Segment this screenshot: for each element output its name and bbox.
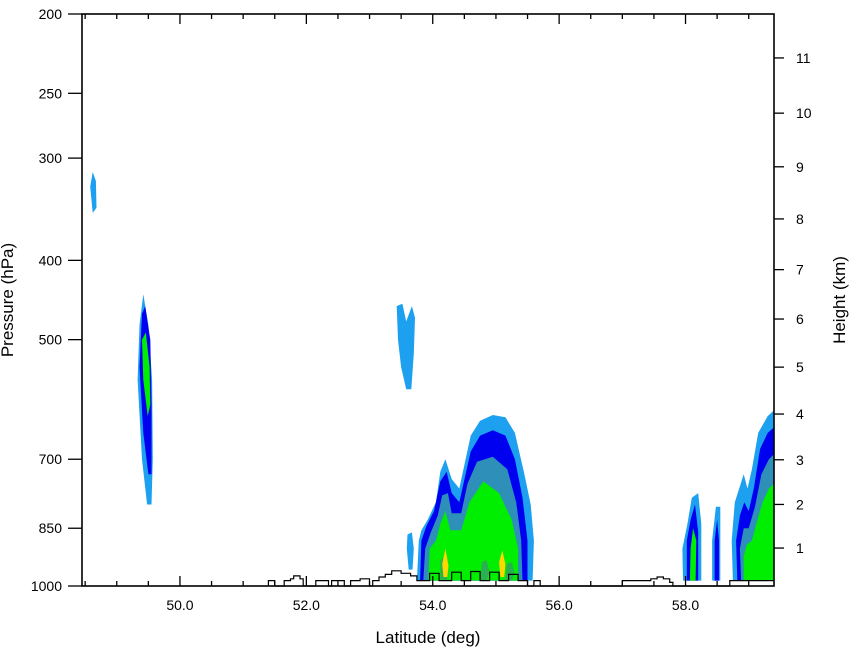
y-right-tick-label: 11 xyxy=(796,50,811,66)
contour-region-15 xyxy=(406,532,414,570)
y-right-tick-label: 6 xyxy=(796,311,804,327)
x-tick-label: 52.0 xyxy=(293,597,320,613)
y-left-tick-label: 700 xyxy=(39,451,63,467)
x-axis-title: Latitude (deg) xyxy=(376,628,481,647)
y-right-tick-label: 9 xyxy=(796,159,804,175)
x-tick-label: 54.0 xyxy=(419,597,446,613)
y-left-tick-label: 250 xyxy=(39,85,63,101)
pressure-latitude-cross-section: 50.0 52.0 54.0 56.0 58.020025030040050070085… xyxy=(0,6,849,647)
plot-frame xyxy=(81,13,775,587)
x-tick-label: 50.0 xyxy=(166,597,193,613)
axis-ticks xyxy=(68,13,784,587)
y-left-tick-label: 1000 xyxy=(31,578,62,594)
contour-fills xyxy=(90,172,774,581)
y-right-tick-label: 4 xyxy=(796,406,804,422)
y-right-tick-label: 1 xyxy=(796,540,804,556)
y-left-tick-label: 300 xyxy=(39,150,63,166)
contour-region-5 xyxy=(396,303,415,390)
y-left-tick-label: 200 xyxy=(39,6,63,22)
y-right-tick-label: 5 xyxy=(796,359,804,375)
y-right-tick-label: 7 xyxy=(796,262,804,278)
y-right-tick-label: 2 xyxy=(796,496,804,512)
y-left-tick-label: 850 xyxy=(39,520,63,536)
y-left-tick-label: 500 xyxy=(39,332,63,348)
x-tick-label: 58.0 xyxy=(672,597,699,613)
y-axis-left-title: Pressure (hPa) xyxy=(0,243,17,357)
y-axis-right-title: Height (km) xyxy=(830,256,849,344)
y-right-tick-label: 10 xyxy=(796,105,812,121)
contour-region-1 xyxy=(90,172,97,213)
y-left-tick-label: 400 xyxy=(39,252,63,268)
x-tick-label: 56.0 xyxy=(546,597,573,613)
y-right-tick-label: 8 xyxy=(796,211,804,227)
y-right-tick-label: 3 xyxy=(796,452,804,468)
